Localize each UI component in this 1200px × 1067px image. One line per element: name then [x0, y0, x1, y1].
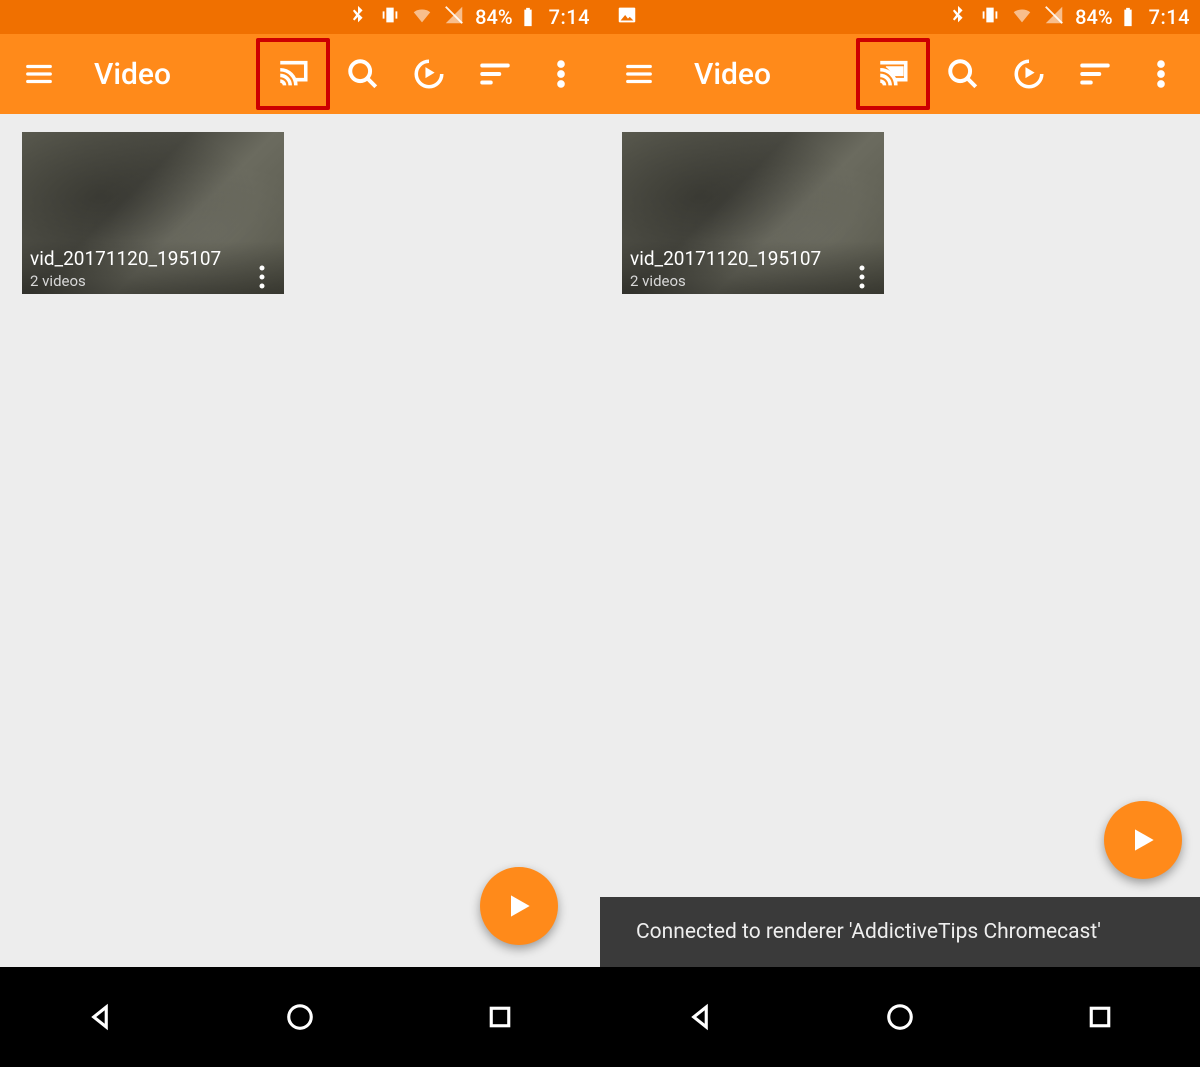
clock: 7:14 [1149, 5, 1190, 29]
signal-off-icon [1043, 4, 1065, 31]
nav-home-button[interactable] [250, 987, 350, 1047]
sort-button[interactable] [1062, 41, 1128, 107]
nav-back-button[interactable] [50, 987, 150, 1047]
menu-button[interactable] [6, 41, 72, 107]
more-button[interactable] [1128, 41, 1194, 107]
video-title: vid_20171120_195107 [30, 247, 248, 270]
cast-button-connected[interactable] [856, 38, 930, 110]
video-title: vid_20171120_195107 [630, 247, 848, 270]
snackbar: Connected to renderer 'AddictiveTips Chr… [600, 897, 1200, 967]
play-fab[interactable] [1104, 801, 1182, 879]
page-title: Video [94, 57, 171, 92]
video-subtitle: 2 videos [30, 272, 248, 290]
content-area: vid_20171120_195107 2 videos [600, 114, 1200, 312]
app-bar: Video [600, 34, 1200, 114]
clock: 7:14 [549, 5, 590, 29]
content-area: vid_20171120_195107 2 videos [0, 114, 600, 312]
image-icon [616, 4, 638, 31]
vibrate-icon [979, 4, 1001, 31]
history-button[interactable] [996, 41, 1062, 107]
pane-right: 84% 7:14 Video [600, 0, 1200, 967]
system-nav-bar [0, 967, 1200, 1067]
card-more-button[interactable] [248, 264, 276, 290]
wifi-icon [411, 4, 433, 31]
nav-home-button[interactable] [850, 987, 950, 1047]
card-more-button[interactable] [848, 264, 876, 290]
search-button[interactable] [930, 41, 996, 107]
more-button[interactable] [528, 41, 594, 107]
bluetooth-icon [347, 4, 369, 31]
battery-status: 84% [1075, 5, 1138, 29]
history-button[interactable] [396, 41, 462, 107]
vibrate-icon [379, 4, 401, 31]
video-subtitle: 2 videos [630, 272, 848, 290]
bluetooth-icon [947, 4, 969, 31]
search-button[interactable] [330, 41, 396, 107]
battery-percent: 84% [1075, 5, 1112, 29]
nav-back-button[interactable] [650, 987, 750, 1047]
battery-percent: 84% [475, 5, 512, 29]
menu-button[interactable] [606, 41, 672, 107]
sort-button[interactable] [462, 41, 528, 107]
cast-button[interactable] [256, 38, 330, 110]
nav-recent-button[interactable] [450, 987, 550, 1047]
page-title: Video [694, 57, 771, 92]
pane-left: 84% 7:14 Video [0, 0, 600, 967]
status-bar: 84% 7:14 [0, 0, 600, 34]
status-bar: 84% 7:14 [600, 0, 1200, 34]
video-folder-card[interactable]: vid_20171120_195107 2 videos [22, 132, 284, 294]
play-fab[interactable] [480, 867, 558, 945]
video-folder-card[interactable]: vid_20171120_195107 2 videos [622, 132, 884, 294]
nav-recent-button[interactable] [1050, 987, 1150, 1047]
snackbar-text: Connected to renderer 'AddictiveTips Chr… [636, 920, 1101, 944]
signal-off-icon [443, 4, 465, 31]
app-bar: Video [0, 34, 600, 114]
battery-status: 84% [475, 5, 538, 29]
wifi-icon [1011, 4, 1033, 31]
